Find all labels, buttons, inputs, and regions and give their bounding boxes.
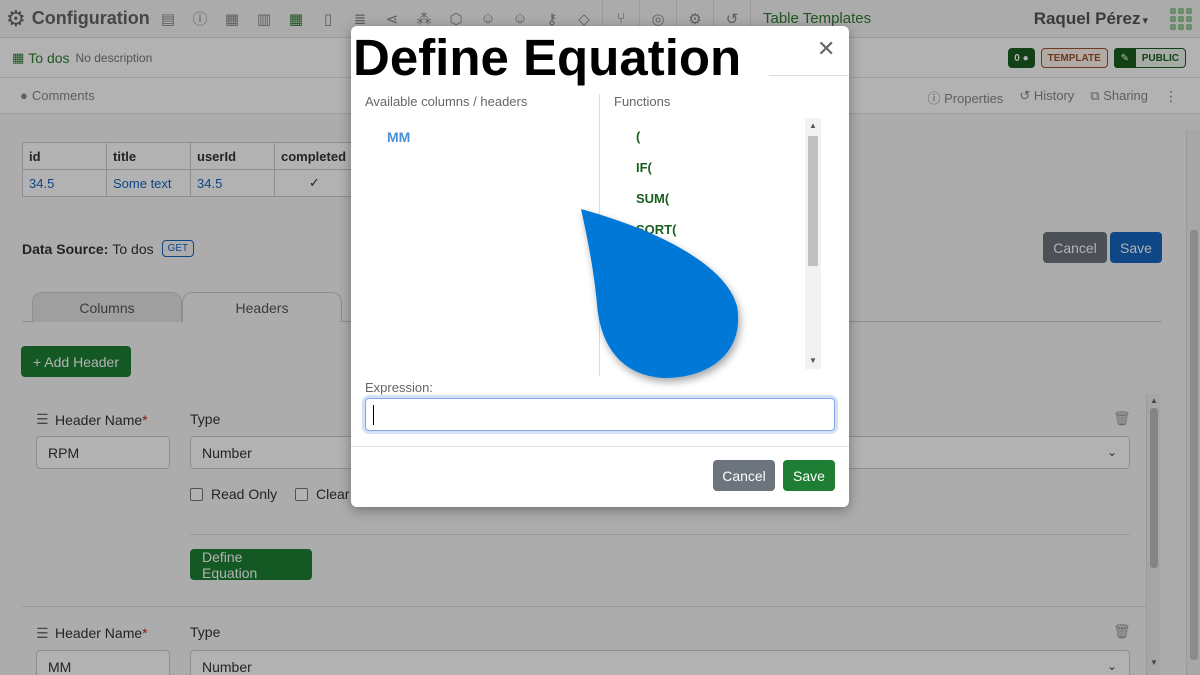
expression-input[interactable] <box>365 398 835 431</box>
scrollbar-thumb[interactable] <box>808 136 818 266</box>
modal-title: Define Equation <box>353 29 742 86</box>
scroll-up-icon[interactable]: ▲ <box>809 121 817 130</box>
expression-label: Expression: <box>365 380 433 395</box>
available-columns-label: Available columns / headers <box>365 94 528 109</box>
function-item[interactable]: SUM( <box>636 191 676 222</box>
define-equation-modal: Define Equation ✕ Available columns / he… <box>351 26 849 507</box>
functions-label: Functions <box>614 94 671 109</box>
scroll-down-icon[interactable]: ▼ <box>809 356 817 365</box>
modal-cancel-button[interactable]: Cancel <box>713 460 775 491</box>
modal-save-button[interactable]: Save <box>783 460 835 491</box>
functions-list: ( IF( SUM( SQRT( <box>636 129 676 253</box>
divider <box>599 94 600 376</box>
text-caret <box>373 405 374 425</box>
available-column-item[interactable]: MM <box>387 129 410 145</box>
close-icon[interactable]: ✕ <box>817 38 835 60</box>
divider <box>769 75 849 76</box>
function-item[interactable]: ( <box>636 129 676 160</box>
function-item[interactable]: IF( <box>636 160 676 191</box>
function-item[interactable]: SQRT( <box>636 222 676 253</box>
functions-scrollbar[interactable]: ▲ ▼ <box>805 118 821 369</box>
divider <box>351 446 849 447</box>
